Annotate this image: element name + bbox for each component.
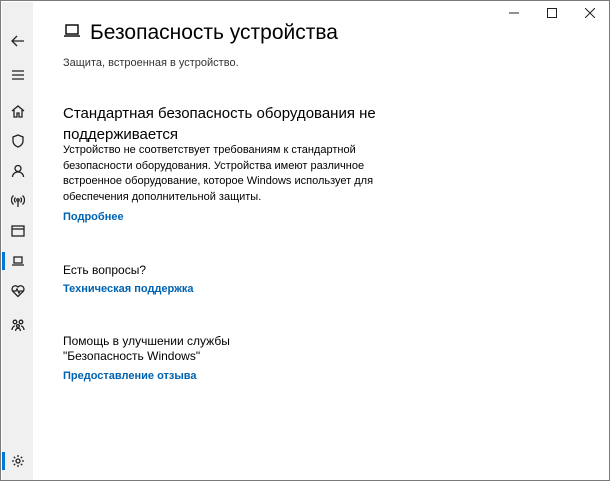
- heart-pulse-icon: [10, 285, 25, 298]
- tech-support-link[interactable]: Техническая поддержка: [63, 283, 194, 295]
- app-window-icon: [10, 225, 25, 237]
- minimize-button[interactable]: [495, 3, 533, 23]
- questions-heading: Есть вопросы?: [63, 263, 147, 277]
- shield-icon: [11, 134, 24, 148]
- give-feedback-link[interactable]: Предоставление отзыва: [63, 370, 197, 382]
- sidebar-item-device-performance[interactable]: [2, 276, 33, 306]
- app-window: Безопасность устройства Защита, встроенн…: [0, 0, 610, 481]
- page-header: Безопасность устройства: [63, 21, 338, 45]
- minimize-icon: [509, 12, 519, 14]
- sidebar-item-app-browser-control[interactable]: [2, 216, 33, 246]
- maximize-button[interactable]: [533, 3, 571, 23]
- hardware-security-heading: Стандартная безопасность оборудования не…: [63, 105, 376, 143]
- sidebar: [2, 2, 33, 480]
- hamburger-icon: [11, 70, 24, 80]
- gear-icon: [11, 455, 24, 467]
- laptop-icon: [11, 256, 24, 266]
- antenna-icon: [10, 195, 25, 207]
- person-icon: [11, 164, 24, 178]
- close-button[interactable]: [571, 3, 609, 23]
- sidebar-item-firewall-network[interactable]: [2, 186, 33, 216]
- feedback-heading-line1: Помощь в улучшении службы: [63, 334, 230, 348]
- feedback-heading-line2: "Безопасность Windows": [63, 349, 201, 363]
- learn-more-link[interactable]: Подробнее: [63, 211, 124, 223]
- settings-button[interactable]: [2, 446, 33, 476]
- menu-button[interactable]: [2, 60, 33, 90]
- caption-buttons: [495, 3, 609, 23]
- close-icon: [585, 8, 595, 18]
- sidebar-item-virus-protection[interactable]: [2, 126, 33, 156]
- page-subtitle: Защита, встроенная в устройство.: [63, 57, 239, 69]
- laptop-icon: [63, 23, 81, 44]
- sidebar-item-device-security[interactable]: [2, 246, 33, 276]
- hardware-security-description: Устройство не соответствует требованиям …: [63, 144, 374, 203]
- home-icon: [11, 105, 24, 118]
- back-button[interactable]: [2, 26, 33, 56]
- back-arrow-icon: [10, 35, 24, 47]
- family-icon: [10, 319, 25, 332]
- sidebar-item-family-options[interactable]: [2, 310, 33, 340]
- sidebar-item-home[interactable]: [2, 96, 33, 126]
- page-title: Безопасность устройства: [90, 21, 338, 44]
- maximize-icon: [547, 8, 557, 18]
- sidebar-item-account-protection[interactable]: [2, 156, 33, 186]
